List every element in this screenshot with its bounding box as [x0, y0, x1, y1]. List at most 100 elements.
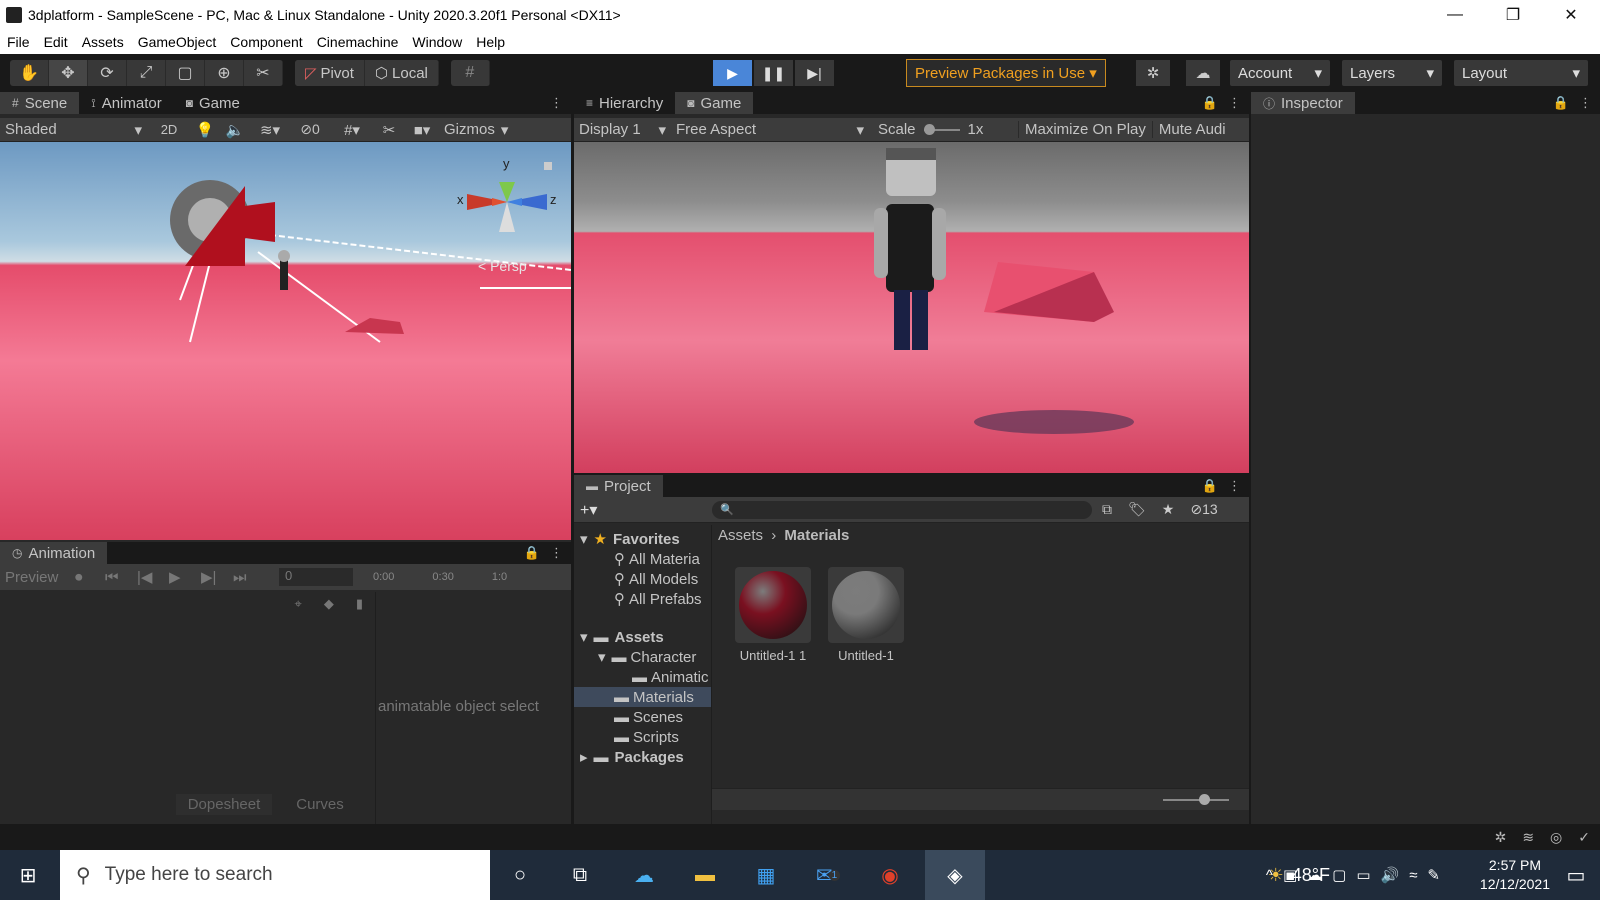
favorite-item[interactable]: ⚲ All Models: [574, 569, 711, 589]
effects-icon[interactable]: ≋▾: [250, 121, 290, 139]
favorites-header[interactable]: ▾ ★ Favorites: [574, 529, 711, 549]
menu-file[interactable]: File: [0, 34, 37, 50]
scene-viewport[interactable]: y x z < Persp: [0, 142, 571, 540]
check-icon[interactable]: ✓: [1578, 829, 1590, 846]
play-button[interactable]: ▶: [713, 60, 752, 86]
search-input[interactable]: 🔍: [712, 500, 1092, 519]
more-menu-icon[interactable]: ⋮: [1579, 95, 1592, 111]
transform-tool-icon[interactable]: ⊕: [205, 60, 244, 86]
tools-icon[interactable]: ✂: [374, 121, 404, 139]
hidden-packages-toggle[interactable]: ⊘13: [1190, 501, 1217, 518]
weather-app-icon[interactable]: ☁: [624, 858, 664, 892]
tree-folder[interactable]: ▬ Animatic: [574, 667, 711, 687]
lock-icon[interactable]: 🔒: [1553, 95, 1569, 111]
game-viewport[interactable]: [574, 142, 1249, 473]
more-menu-icon[interactable]: ⋮: [1228, 478, 1241, 494]
chrome-icon[interactable]: ◉: [870, 858, 910, 892]
tab-animator[interactable]: ⟟ Animator: [79, 92, 174, 114]
tab-game-view[interactable]: ◙ Game: [675, 92, 754, 114]
menu-edit[interactable]: Edit: [37, 34, 75, 50]
auto-generate-icon[interactable]: ◎: [1550, 829, 1562, 846]
tree-folder[interactable]: ▬ Scripts: [574, 727, 711, 747]
tray-battery-icon[interactable]: ▭: [1356, 866, 1370, 884]
favorite-star-icon[interactable]: ★: [1162, 501, 1175, 518]
clock[interactable]: 2:57 PM 12/12/2021: [1480, 856, 1550, 894]
windows-start-icon[interactable]: ⊞: [8, 858, 48, 892]
last-key-icon[interactable]: ⏭: [233, 569, 273, 586]
scale-slider[interactable]: Scale 1x: [870, 121, 1018, 138]
mode-2d-toggle[interactable]: 2D: [148, 122, 190, 137]
account-dropdown[interactable]: Account ▾: [1230, 60, 1330, 86]
scene-gizmo[interactable]: y x z: [452, 154, 562, 244]
assets-folder[interactable]: ▾ ▬ Assets: [574, 627, 711, 647]
tab-animation[interactable]: ◷ Animation: [0, 542, 108, 564]
menu-gameobject[interactable]: GameObject: [131, 34, 224, 50]
more-menu-icon[interactable]: ⋮: [550, 95, 563, 111]
tray-chevron-up-icon[interactable]: ^: [1266, 867, 1273, 884]
tray-onedrive-icon[interactable]: ☁: [1307, 866, 1322, 884]
breadcrumb-assets[interactable]: Assets: [718, 527, 763, 544]
lock-icon[interactable]: 🔒: [524, 545, 540, 561]
first-key-icon[interactable]: ⏮: [105, 569, 137, 586]
tab-curves[interactable]: Curves: [272, 794, 368, 815]
shading-dropdown[interactable]: Shaded ▾: [0, 121, 148, 139]
prev-key-icon[interactable]: |◀: [137, 568, 169, 586]
asset-item[interactable]: Untitled-1 1: [733, 567, 813, 663]
debug-icon[interactable]: ✲: [1495, 829, 1507, 846]
favorite-item[interactable]: ⚲ All Materia: [574, 549, 711, 569]
frame-field[interactable]: 0: [279, 568, 353, 586]
tray-pen-icon[interactable]: ✎: [1427, 866, 1440, 884]
preview-toggle[interactable]: Preview: [0, 569, 75, 586]
more-menu-icon[interactable]: ⋮: [550, 545, 563, 561]
tree-folder-selected[interactable]: ▬ Materials: [574, 687, 711, 707]
custom-tool-icon[interactable]: ✂: [244, 60, 283, 86]
layout-dropdown[interactable]: Layout ▾: [1454, 60, 1588, 86]
rect-tool-icon[interactable]: ▢: [166, 60, 205, 86]
store-icon[interactable]: ▦: [746, 858, 786, 892]
tree-folder[interactable]: ▬ Scenes: [574, 707, 711, 727]
file-explorer-icon[interactable]: ▬: [685, 858, 725, 892]
tray-display-icon[interactable]: ▢: [1332, 866, 1346, 884]
filter-keys-icon[interactable]: ⌖: [295, 596, 302, 612]
lighting-icon[interactable]: 💡: [190, 121, 220, 139]
lock-icon[interactable]: 🔒: [1202, 478, 1218, 494]
favorite-item[interactable]: ⚲ All Prefabs: [574, 589, 711, 609]
notifications-icon[interactable]: ▭: [1556, 858, 1596, 892]
gizmos-dropdown[interactable]: Gizmos ▾: [440, 121, 508, 139]
breadcrumb-materials[interactable]: Materials: [784, 527, 849, 544]
persp-label[interactable]: < Persp: [478, 258, 527, 274]
next-key-icon[interactable]: ▶|: [201, 568, 233, 586]
maximize-button[interactable]: ❐: [1484, 0, 1542, 30]
task-view-icon[interactable]: ⧉: [560, 858, 600, 892]
tab-scene[interactable]: # Scene: [0, 92, 80, 114]
menu-help[interactable]: Help: [469, 34, 512, 50]
mail-icon[interactable]: ✉ 1: [808, 858, 848, 892]
cortana-icon[interactable]: ○: [500, 858, 540, 892]
add-event-icon[interactable]: ▮: [356, 596, 363, 612]
scale-tool-icon[interactable]: ⤢: [127, 60, 166, 86]
taskbar-search[interactable]: ⚲ Type here to search: [60, 850, 490, 900]
layers-dropdown[interactable]: Layers ▾: [1342, 60, 1442, 86]
aspect-dropdown[interactable]: Free Aspect ▾: [672, 121, 870, 139]
lock-icon[interactable]: 🔒: [1202, 95, 1218, 111]
display-dropdown[interactable]: Display 1 ▾: [574, 121, 672, 139]
menu-window[interactable]: Window: [405, 34, 469, 50]
packages-folder[interactable]: ▸ ▬ Packages: [574, 747, 711, 767]
mute-audio-toggle[interactable]: Mute Audi: [1151, 121, 1232, 138]
add-keyframe-icon[interactable]: ◆: [324, 596, 334, 612]
more-menu-icon[interactable]: ⋮: [1228, 95, 1241, 111]
rotate-tool-icon[interactable]: ⟳: [88, 60, 127, 86]
local-toggle[interactable]: ⬡ Local: [364, 60, 439, 86]
tree-folder[interactable]: ▾ ▬ Character: [574, 647, 711, 667]
minimize-button[interactable]: —: [1426, 0, 1484, 30]
step-button[interactable]: ▶|: [795, 60, 834, 86]
pivot-toggle[interactable]: ◸ Pivot: [295, 60, 365, 86]
timeline-ruler[interactable]: 0:00 0:30 1:0: [373, 571, 507, 583]
icon-size-slider[interactable]: [1163, 794, 1229, 805]
play-icon[interactable]: ▶: [169, 568, 201, 586]
maximize-on-play-toggle[interactable]: Maximize On Play: [1018, 121, 1152, 138]
tab-project[interactable]: ▬ Project: [574, 475, 663, 497]
tab-hierarchy[interactable]: ≡ Hierarchy: [574, 92, 675, 114]
tab-game[interactable]: ◙ Game: [174, 92, 252, 114]
unity-taskbar-icon[interactable]: ◈: [925, 850, 985, 900]
